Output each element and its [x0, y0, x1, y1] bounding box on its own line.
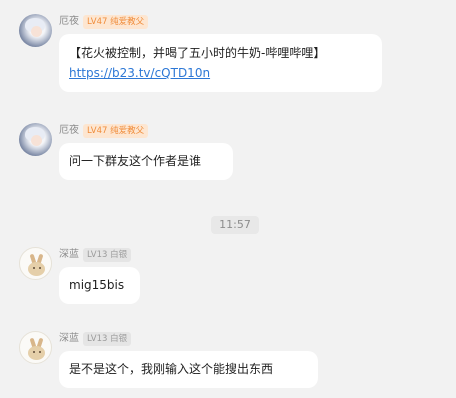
avatar-body [28, 262, 45, 276]
level-badge: LV47 纯爱教父 [83, 15, 149, 29]
avatar-eye-left [33, 267, 35, 269]
avatar-face [31, 26, 42, 37]
sender-name[interactable]: 厄夜 [59, 14, 79, 30]
message-text: 是不是这个，我刚输入这个能搜出东西 [69, 362, 274, 376]
message-bubble[interactable]: 是不是这个，我刚输入这个能搜出东西 [59, 351, 318, 388]
level-badge: LV13 白银 [83, 248, 132, 262]
avatar-eye-right [39, 267, 41, 269]
message-text: mig15bis [69, 278, 125, 292]
message-text: 问一下群友这个作者是谁 [69, 154, 202, 168]
sender-name[interactable]: 厄夜 [59, 123, 79, 139]
sender-line: 深蓝 LV13 白银 [59, 247, 132, 263]
sender-name[interactable]: 深蓝 [59, 331, 79, 347]
message-bubble[interactable]: 【花火被控制，并喝了五小时的牛奶-哔哩哔哩】 https://b23.tv/cQ… [59, 34, 382, 92]
level-badge: LV13 白银 [83, 332, 132, 346]
avatar[interactable] [19, 123, 52, 156]
message-bubble[interactable]: mig15bis [59, 267, 140, 304]
avatar-eye-left [33, 351, 35, 353]
avatar[interactable] [19, 331, 52, 364]
avatar-eye-right [39, 351, 41, 353]
message-text: 【花火被控制，并喝了五小时的牛奶-哔哩哔哩】 [69, 46, 326, 60]
avatar[interactable] [19, 14, 52, 47]
avatar-body [28, 346, 45, 360]
sender-line: 深蓝 LV13 白银 [59, 331, 132, 347]
level-badge: LV47 纯爱教父 [83, 124, 149, 138]
timestamp: 11:57 [211, 216, 259, 234]
avatar[interactable] [19, 247, 52, 280]
avatar-face [31, 135, 42, 146]
message-link[interactable]: https://b23.tv/cQTD10n [69, 63, 372, 83]
sender-line: 厄夜 LV47 纯爱教父 [59, 14, 149, 30]
sender-line: 厄夜 LV47 纯爱教父 [59, 123, 149, 139]
sender-name[interactable]: 深蓝 [59, 247, 79, 263]
message-bubble[interactable]: 问一下群友这个作者是谁 [59, 143, 233, 180]
